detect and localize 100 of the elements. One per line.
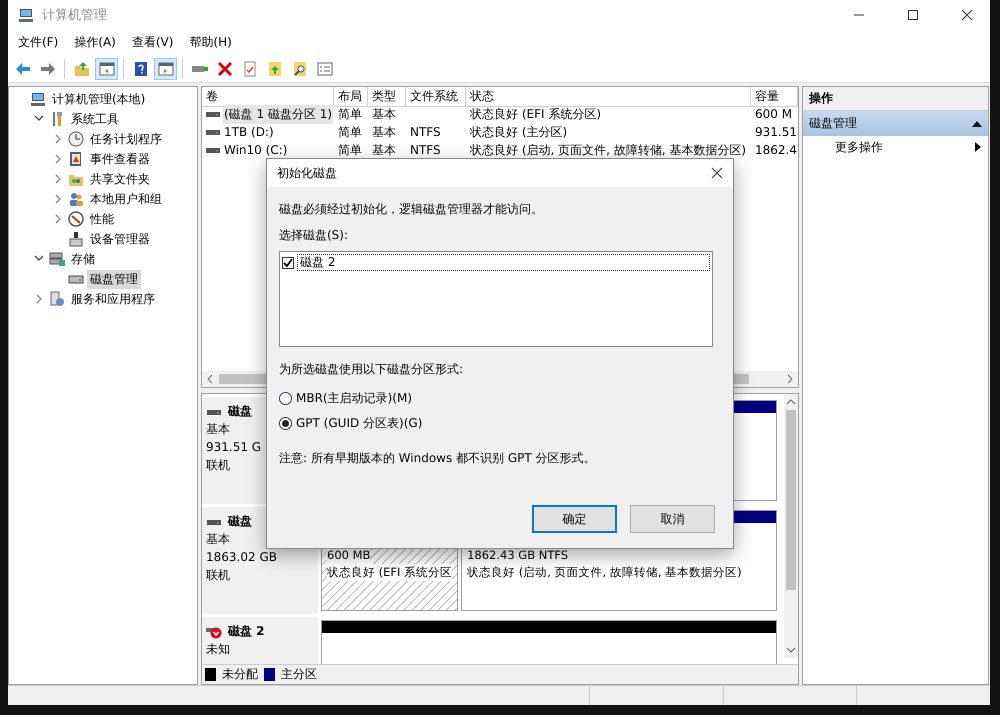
legend-label: 未分配 bbox=[222, 666, 258, 683]
connect-icon bbox=[192, 64, 208, 72]
table-cell-text: 状态良好 (主分区) bbox=[469, 124, 568, 140]
tree-item[interactable]: 服务和应用程序 bbox=[68, 290, 158, 308]
legend-label: 主分区 bbox=[281, 666, 317, 683]
tree-item[interactable]: 本地用户和组 bbox=[87, 190, 165, 208]
list-icon bbox=[316, 60, 332, 76]
menu-item[interactable]: 文件(F) bbox=[10, 34, 66, 51]
checkbox[interactable] bbox=[282, 256, 294, 268]
tree-pane-icon bbox=[98, 60, 114, 76]
chevron-down-icon[interactable] bbox=[33, 255, 45, 263]
table-cell-text: 基本 bbox=[371, 124, 397, 140]
table-cell-text: 基本 bbox=[371, 106, 397, 122]
export-icon bbox=[266, 60, 282, 76]
table-cell-text: 基本 bbox=[371, 142, 397, 158]
column-header[interactable]: 布局 bbox=[334, 87, 368, 107]
window-title: 计算机管理 bbox=[42, 7, 108, 24]
close-icon[interactable] bbox=[711, 167, 723, 179]
actions-section[interactable]: 磁盘管理 bbox=[803, 111, 988, 136]
toolbar-button[interactable] bbox=[95, 58, 118, 80]
radio-label[interactable]: MBR(主启动记录)(M) bbox=[296, 390, 412, 407]
submenu-triangle-icon bbox=[975, 142, 982, 152]
vertical-scrollbar[interactable] bbox=[784, 394, 798, 658]
table-cell-text: 931.51 bbox=[754, 124, 798, 141]
column-header[interactable]: 类型 bbox=[368, 87, 406, 107]
disk-name: 磁盘 bbox=[228, 513, 252, 530]
close-icon bbox=[961, 9, 973, 21]
chevron-right-icon[interactable] bbox=[54, 213, 62, 225]
storage-icon bbox=[49, 251, 65, 267]
back-arrow-icon bbox=[14, 60, 30, 76]
menu-item[interactable]: 操作(A) bbox=[66, 34, 124, 51]
chevron-right-icon[interactable] bbox=[54, 133, 62, 145]
partition[interactable] bbox=[321, 620, 777, 664]
disk-type: 基本 bbox=[206, 421, 230, 438]
checked-document-icon bbox=[242, 60, 258, 76]
note-text: 注意: 所有早期版本的 Windows 都不识别 GPT 分区形式。 bbox=[279, 450, 597, 467]
computer-icon bbox=[30, 91, 46, 107]
tree-item[interactable]: 计算机管理(本地) bbox=[49, 90, 148, 108]
dialog-button[interactable]: 确定 bbox=[532, 505, 617, 533]
chevron-right-icon[interactable] bbox=[54, 193, 62, 205]
action-pane-icon bbox=[158, 60, 174, 76]
radio-label[interactable]: GPT (GUID 分区表)(G) bbox=[296, 415, 422, 432]
toolbar-button[interactable] bbox=[154, 58, 177, 80]
find-icon bbox=[292, 60, 308, 76]
column-header[interactable]: 文件系统 bbox=[406, 87, 466, 107]
table-cell-text: 状态良好 (启动, 页面文件, 故障转储, 基本数据分区) bbox=[469, 142, 748, 158]
table-cell-text: NTFS bbox=[409, 142, 442, 159]
menu-item[interactable]: 帮助(H) bbox=[181, 34, 240, 51]
services-icon bbox=[49, 291, 65, 307]
table-cell-text: 600 M bbox=[754, 106, 794, 123]
table-cell[interactable]: (磁盘 1 磁盘分区 1) bbox=[223, 104, 334, 124]
folder-up-icon bbox=[74, 60, 90, 76]
tree-item[interactable]: 存储 bbox=[68, 250, 98, 268]
log-book-icon bbox=[68, 151, 84, 167]
clock-icon bbox=[68, 131, 84, 147]
help-icon bbox=[132, 60, 148, 76]
column-header[interactable]: 容量 bbox=[751, 87, 798, 107]
maximize-icon bbox=[907, 9, 919, 21]
drive-icon bbox=[205, 145, 221, 155]
partition-text: 状态良好 (EFI 系统分区 bbox=[327, 564, 452, 581]
tree-item[interactable]: 事件查看器 bbox=[87, 150, 153, 168]
table-cell-text: 状态良好 (EFI 系统分区) bbox=[469, 106, 602, 122]
dialog-title: 初始化磁盘 bbox=[277, 164, 337, 182]
table-cell-text: 简单 bbox=[337, 142, 363, 158]
dialog-message: 磁盘必须经过初始化，逻辑磁盘管理器才能访问。 bbox=[279, 201, 544, 218]
disk-name: 磁盘 2 bbox=[228, 623, 265, 640]
disk-status: 联机 bbox=[206, 567, 230, 584]
table-cell[interactable]: Win10 (C:) bbox=[223, 142, 288, 158]
app-icon bbox=[18, 7, 34, 23]
disk-type: 未知 bbox=[206, 641, 230, 658]
drive-icon bbox=[205, 109, 221, 119]
table-cell-text: 简单 bbox=[337, 124, 363, 140]
tree-item[interactable]: 共享文件夹 bbox=[87, 170, 153, 188]
tree-item[interactable]: 系统工具 bbox=[68, 110, 122, 128]
tree-item[interactable]: 磁盘管理 bbox=[87, 270, 141, 288]
chevron-right-icon[interactable] bbox=[54, 153, 62, 165]
radio-button[interactable] bbox=[279, 392, 292, 405]
tree-item[interactable]: 任务计划程序 bbox=[87, 130, 165, 148]
collapse-triangle-icon bbox=[972, 120, 982, 128]
list-item[interactable]: 磁盘 2 bbox=[297, 254, 710, 271]
menu-item[interactable]: 查看(V) bbox=[124, 34, 182, 51]
users-icon bbox=[68, 191, 84, 207]
table-cell-text: NTFS bbox=[409, 124, 442, 141]
chevron-down-icon[interactable] bbox=[33, 115, 45, 123]
style-label: 为所选磁盘使用以下磁盘分区形式: bbox=[279, 361, 464, 378]
radio-button[interactable] bbox=[279, 417, 292, 430]
drive-icon bbox=[205, 127, 221, 137]
column-header[interactable]: 状态 bbox=[466, 87, 751, 107]
partition-text: 状态良好 (启动, 页面文件, 故障转储, 基本数据分区) bbox=[467, 564, 742, 581]
tree-item[interactable]: 设备管理器 bbox=[87, 230, 153, 248]
table-cell-text: 1862.4 bbox=[754, 142, 798, 159]
action-item[interactable]: 更多操作 bbox=[803, 136, 988, 158]
actions-header: 操作 bbox=[803, 87, 988, 111]
device-icon bbox=[68, 231, 84, 247]
chevron-right-icon[interactable] bbox=[35, 293, 43, 305]
tree-item[interactable]: 性能 bbox=[87, 210, 117, 228]
dialog-button[interactable]: 取消 bbox=[630, 505, 715, 533]
chevron-right-icon[interactable] bbox=[54, 173, 62, 185]
table-cell[interactable]: 1TB (D:) bbox=[223, 124, 275, 140]
forward-arrow-icon bbox=[40, 60, 56, 76]
